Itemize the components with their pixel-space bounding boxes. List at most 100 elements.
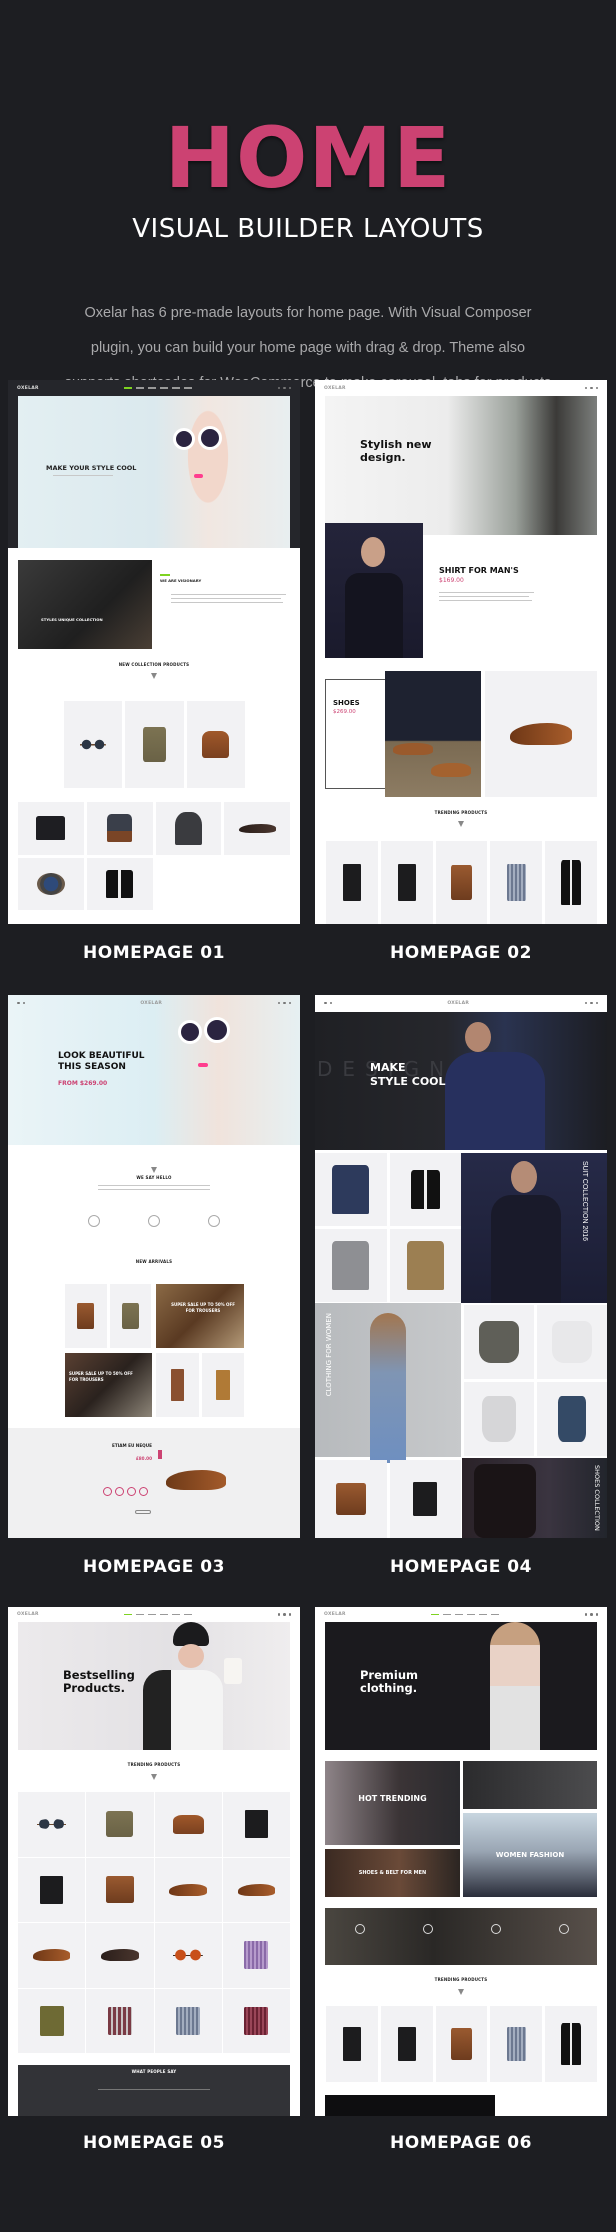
product-tile[interactable]: [64, 701, 123, 788]
hero-image: [8, 995, 300, 1145]
product-tile[interactable]: [485, 671, 597, 797]
product-tile[interactable]: [222, 1923, 290, 1988]
homepage-05-preview[interactable]: OXELAR Bestselling Products. TRENDING PRO…: [8, 1607, 300, 2116]
shirt-blue-image: [506, 864, 526, 901]
product-tile[interactable]: [86, 1923, 154, 1988]
product-tile[interactable]: [154, 1857, 222, 1922]
preview-nav: OXELAR: [8, 380, 300, 396]
product-tile[interactable]: [155, 802, 222, 855]
product-tile[interactable]: [326, 841, 378, 924]
shoes-dark-image: [238, 823, 276, 833]
product-tile[interactable]: [315, 1229, 387, 1302]
feature-title: SHIRT FOR MAN'S: [439, 566, 519, 575]
product-tile[interactable]: [18, 857, 84, 910]
product-tile[interactable]: [389, 1153, 461, 1226]
description-line: Oxelar has 6 pre-made layouts for home p…: [84, 305, 532, 321]
shoes-brown-image: [169, 1883, 207, 1896]
homepage-02-preview[interactable]: OXELAR Stylish new design. SHIRT FOR MAN'…: [315, 380, 607, 924]
product-tile[interactable]: [156, 1353, 199, 1417]
product-tile[interactable]: [18, 1988, 86, 2053]
product-tile[interactable]: [490, 841, 543, 924]
section-title: NEW COLLECTION PRODUCTS: [118, 662, 190, 667]
feature-image: [325, 523, 423, 658]
logo: OXELAR: [324, 1612, 346, 1617]
logo: OXELAR: [324, 385, 346, 391]
leather-bag-image: [105, 1876, 134, 1904]
product-tile[interactable]: [326, 2006, 378, 2082]
product-tile[interactable]: [380, 841, 433, 924]
shoe-image: [166, 1470, 226, 1490]
homepage-04-preview[interactable]: OXELAR DESIGN MAKE STYLE COOL SUIT COLLEC…: [315, 995, 607, 1538]
tote-black-image: [397, 2027, 416, 2061]
shoes-image: [385, 671, 481, 797]
product-tile[interactable]: [86, 1857, 154, 1922]
logo: OXELAR: [140, 1000, 163, 1006]
product-tile[interactable]: [435, 841, 488, 924]
product-tile[interactable]: [380, 2006, 433, 2082]
section-title: TRENDING PRODUCTS: [127, 1762, 181, 1767]
product-tile[interactable]: [86, 802, 153, 855]
product-tile[interactable]: [186, 701, 245, 788]
hero-image: [18, 1622, 290, 1750]
vintage-banner[interactable]: [463, 1761, 597, 1809]
women-banner[interactable]: [315, 1303, 461, 1463]
product-tile[interactable]: [545, 841, 597, 924]
product-tile[interactable]: [18, 1857, 86, 1922]
blazer-image: [560, 860, 582, 905]
product-tile[interactable]: [315, 1460, 387, 1538]
product-tile[interactable]: [464, 1305, 534, 1379]
product-tile[interactable]: [18, 1923, 86, 1988]
tote-black-image: [413, 1481, 438, 1517]
product-tile[interactable]: [315, 1153, 387, 1226]
canvas-bag-image: [121, 1303, 139, 1329]
product-tile[interactable]: [86, 1792, 154, 1857]
homepage-06-preview[interactable]: OXELAR Premium clothing. HOT TRENDING SHO…: [315, 1607, 607, 2116]
tote-black-image: [343, 2027, 361, 2061]
homepage-02-label: HOMEPAGE 02: [390, 943, 532, 963]
product-tile[interactable]: [537, 1305, 607, 1379]
product-tile[interactable]: [490, 2006, 543, 2082]
product-tile[interactable]: [224, 802, 290, 855]
product-tile[interactable]: [201, 1353, 244, 1417]
shoes-collection-banner[interactable]: [462, 1458, 607, 1538]
homepage-03-preview[interactable]: OXELAR LOOK BEAUTIFUL THIS SEASON FROM $2…: [8, 995, 300, 1538]
blazer-image: [410, 1169, 440, 1210]
product-tile[interactable]: [86, 857, 153, 910]
product-tile[interactable]: [65, 1284, 107, 1348]
shirt-plaid-image: [107, 2006, 132, 2035]
shoes-brown-image: [237, 1883, 276, 1896]
product-tile[interactable]: [435, 2006, 488, 2082]
sale-banner[interactable]: [156, 1284, 244, 1348]
product-tile[interactable]: [222, 1988, 290, 2053]
product-tile[interactable]: [154, 1792, 222, 1857]
product-tile[interactable]: [18, 1792, 86, 1857]
product-tile[interactable]: [389, 1229, 461, 1302]
hero-title: Premium clothing.: [360, 1668, 418, 1695]
product-tile[interactable]: [222, 1792, 290, 1857]
product-tile[interactable]: [537, 1382, 607, 1456]
support-icon: [148, 1215, 160, 1227]
hot-trending-banner[interactable]: [325, 1761, 460, 1845]
product-tile[interactable]: [18, 802, 84, 855]
product-tile[interactable]: [125, 701, 184, 788]
product-tile[interactable]: [464, 1382, 534, 1456]
deal-price: £80.00: [135, 1456, 152, 1461]
hero-title: Stylish new design.: [360, 438, 432, 464]
hot-trending-text: HOT TRENDING: [358, 1794, 427, 1803]
product-tile[interactable]: [154, 1923, 222, 1988]
hero-price: FROM $269.00: [58, 1080, 108, 1087]
sale-banner[interactable]: [65, 1353, 152, 1417]
homepage-01-preview[interactable]: OXELAR MAKE YOUR STYLE COOL STYLES UNIQU…: [8, 380, 300, 924]
logo: OXELAR: [17, 1612, 39, 1617]
shoes-price: $269.00: [333, 709, 356, 715]
shoes-title: SHOES: [333, 699, 360, 707]
product-tile[interactable]: [86, 1988, 154, 2053]
testimonial-title: WHAT PEOPLE SAY: [131, 2069, 177, 2074]
product-tile[interactable]: [545, 2006, 597, 2082]
product-tile[interactable]: [389, 1460, 461, 1538]
product-tile[interactable]: [222, 1857, 290, 1922]
product-tile[interactable]: [154, 1988, 222, 2053]
shoes-brown-image: [509, 722, 573, 746]
leather-bag-image: [335, 1482, 366, 1516]
product-tile[interactable]: [109, 1284, 151, 1348]
